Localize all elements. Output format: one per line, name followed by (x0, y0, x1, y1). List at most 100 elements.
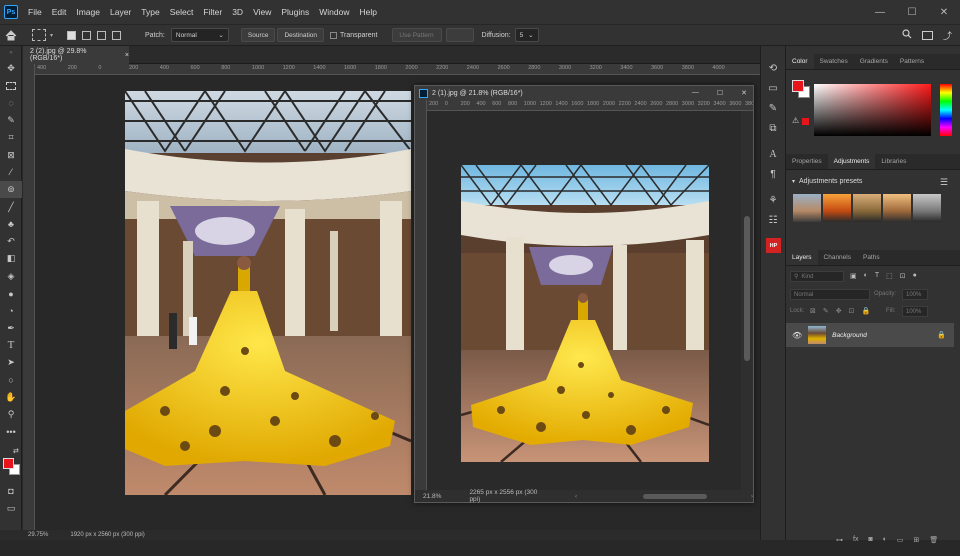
lock-position-icon[interactable]: ✥ (836, 307, 842, 315)
tab-paths[interactable]: Paths (857, 250, 886, 265)
history-brush-tool-icon[interactable]: ↶ (0, 233, 22, 250)
vertical-scrollbar[interactable] (741, 111, 753, 490)
share-icon[interactable]: ⤴ (943, 29, 952, 42)
photoshop-logo-icon[interactable]: Ps (4, 5, 18, 19)
tab-swatches[interactable]: Swatches (814, 54, 854, 69)
add-mask-icon[interactable]: ◙ (868, 536, 872, 544)
paint-bucket-tool-icon[interactable]: ◈ (0, 268, 22, 285)
type-tool-icon[interactable]: T (0, 337, 22, 354)
transparent-checkbox[interactable] (330, 31, 338, 39)
lock-pixels-icon[interactable]: ✎ (823, 307, 829, 315)
menu-filter[interactable]: Filter (198, 0, 227, 24)
new-selection-icon[interactable] (67, 30, 77, 40)
adjustment-layer-icon[interactable]: ◐ (883, 536, 887, 544)
pixel-filter-icon[interactable]: ▣ (850, 272, 857, 280)
destination-button[interactable]: Destination (277, 28, 325, 42)
menu-window[interactable]: Window (314, 0, 354, 24)
blend-mode-select[interactable]: Normal (790, 289, 870, 300)
scrollbar-thumb[interactable] (744, 216, 750, 361)
minimize-button[interactable]: — (864, 0, 896, 24)
sliders-icon[interactable]: ⧉ (761, 118, 785, 138)
opacity-input[interactable]: 100% (902, 289, 928, 300)
move-tool-icon[interactable]: ✥ (0, 60, 22, 77)
menu-edit[interactable]: Edit (47, 0, 72, 24)
lock-all-icon[interactable]: 🔒 (862, 307, 871, 315)
patch-mode-select[interactable]: Normal ⌄ (170, 28, 229, 42)
tab-libraries[interactable]: Libraries (875, 154, 912, 169)
menu-view[interactable]: View (248, 0, 276, 24)
adjustments-presets-header[interactable]: ▾ Adjustments presets (792, 178, 862, 185)
paragraph-icon[interactable]: ¶ (761, 164, 785, 184)
quick-selection-tool-icon[interactable]: ✎ (0, 112, 22, 129)
character-icon[interactable]: A (761, 144, 785, 164)
fx-icon[interactable]: fx (853, 536, 858, 544)
eyedropper-tool-icon[interactable]: ⁄ (0, 164, 22, 181)
brush-settings-icon[interactable]: ✎ (761, 98, 785, 118)
new-layer-icon[interactable]: ⊞ (914, 536, 920, 544)
chevron-down-icon[interactable]: ▾ (50, 32, 53, 39)
pattern-picker[interactable] (445, 28, 474, 42)
history-icon[interactable]: ⟲ (761, 58, 785, 78)
preset-thumbnail[interactable] (793, 194, 821, 222)
crop-tool-icon[interactable]: ⌗ (0, 129, 22, 146)
menu-select[interactable]: Select (165, 0, 199, 24)
dodge-tool-icon[interactable]: ◔ (0, 302, 22, 319)
layer-filter-kind[interactable]: ⚲ Kind (790, 271, 844, 282)
diffusion-select[interactable]: 5 ⌄ (514, 28, 539, 42)
menu-file[interactable]: File (23, 0, 47, 24)
close-tab-icon[interactable]: × (125, 52, 129, 59)
menu-type[interactable]: Type (136, 0, 164, 24)
filter-toggle-icon[interactable]: ● (913, 272, 917, 280)
frame-tool-icon[interactable]: ⊠ (0, 146, 22, 163)
more-tools-icon[interactable]: ••• (0, 423, 22, 440)
libraries-icon[interactable]: ⚘ (761, 190, 785, 210)
swap-colors-icon[interactable]: ⇄ (13, 447, 19, 455)
lock-artboard-icon[interactable]: ⊡ (849, 307, 855, 315)
document-tab-active[interactable]: 2 (2).jpg @ 29.8% (RGB/16*) × (23, 46, 129, 64)
smart-object-filter-icon[interactable]: ⊡ (900, 272, 906, 280)
properties-icon[interactable]: ☷ (761, 210, 785, 230)
maximize-doc-button[interactable]: ☐ (717, 89, 723, 97)
menu-plugins[interactable]: Plugins (276, 0, 314, 24)
menu-image[interactable]: Image (71, 0, 105, 24)
patch-tool-icon[interactable]: ⊚ (0, 181, 22, 199)
chevron-left-icon[interactable]: ‹ (575, 493, 577, 500)
tab-properties[interactable]: Properties (786, 154, 828, 169)
collapse-toolbar-icon[interactable]: » (0, 46, 22, 60)
zoom-level[interactable]: 29.75% (28, 532, 48, 538)
foreground-color-swatch[interactable] (792, 80, 804, 92)
horizontal-scrollbar[interactable] (581, 492, 747, 500)
document-image[interactable] (125, 91, 411, 495)
preset-thumbnail[interactable] (913, 194, 941, 222)
menu-3d[interactable]: 3D (227, 0, 248, 24)
tab-layers[interactable]: Layers (786, 250, 818, 265)
close-doc-button[interactable]: ✕ (741, 89, 747, 97)
workspace-icon[interactable] (921, 30, 933, 40)
shape-tool-icon[interactable]: ○ (0, 371, 22, 388)
eraser-tool-icon[interactable]: ◧ (0, 250, 22, 267)
type-filter-icon[interactable]: T (875, 272, 879, 280)
use-pattern-button[interactable]: Use Pattern (391, 28, 442, 42)
menu-layer[interactable]: Layer (105, 0, 136, 24)
pen-tool-icon[interactable]: ✒ (0, 319, 22, 336)
shape-filter-icon[interactable]: ⬚ (886, 272, 893, 280)
clone-stamp-tool-icon[interactable]: ♣ (0, 216, 22, 233)
search-icon[interactable] (902, 29, 912, 41)
document-window-titlebar[interactable]: 2 (1).jpg @ 21.8% (RGB/16*) — ☐ ✕ (415, 86, 753, 100)
floating-document-window[interactable]: 2 (1).jpg @ 21.8% (RGB/16*) — ☐ ✕ 200 0 20… (414, 85, 754, 503)
menu-help[interactable]: Help (354, 0, 381, 24)
subtract-selection-icon[interactable] (97, 30, 107, 40)
source-button[interactable]: Source (240, 28, 276, 42)
marquee-tool-icon[interactable] (0, 77, 22, 94)
add-selection-icon[interactable] (82, 30, 92, 40)
lock-transparent-icon[interactable]: ⊠ (810, 307, 816, 315)
plugin-icon[interactable]: HP (766, 238, 781, 253)
screen-mode-icon[interactable]: ▭ (0, 500, 22, 517)
color-picker-field[interactable] (814, 84, 931, 136)
eye-icon[interactable]: 👁 (792, 331, 802, 340)
tab-color[interactable]: Color (786, 54, 814, 69)
list-view-icon[interactable]: ☰ (940, 177, 948, 188)
home-icon[interactable] (0, 29, 22, 41)
fill-input[interactable]: 100% (902, 306, 928, 317)
quick-mask-icon[interactable]: ◘ (0, 482, 22, 499)
